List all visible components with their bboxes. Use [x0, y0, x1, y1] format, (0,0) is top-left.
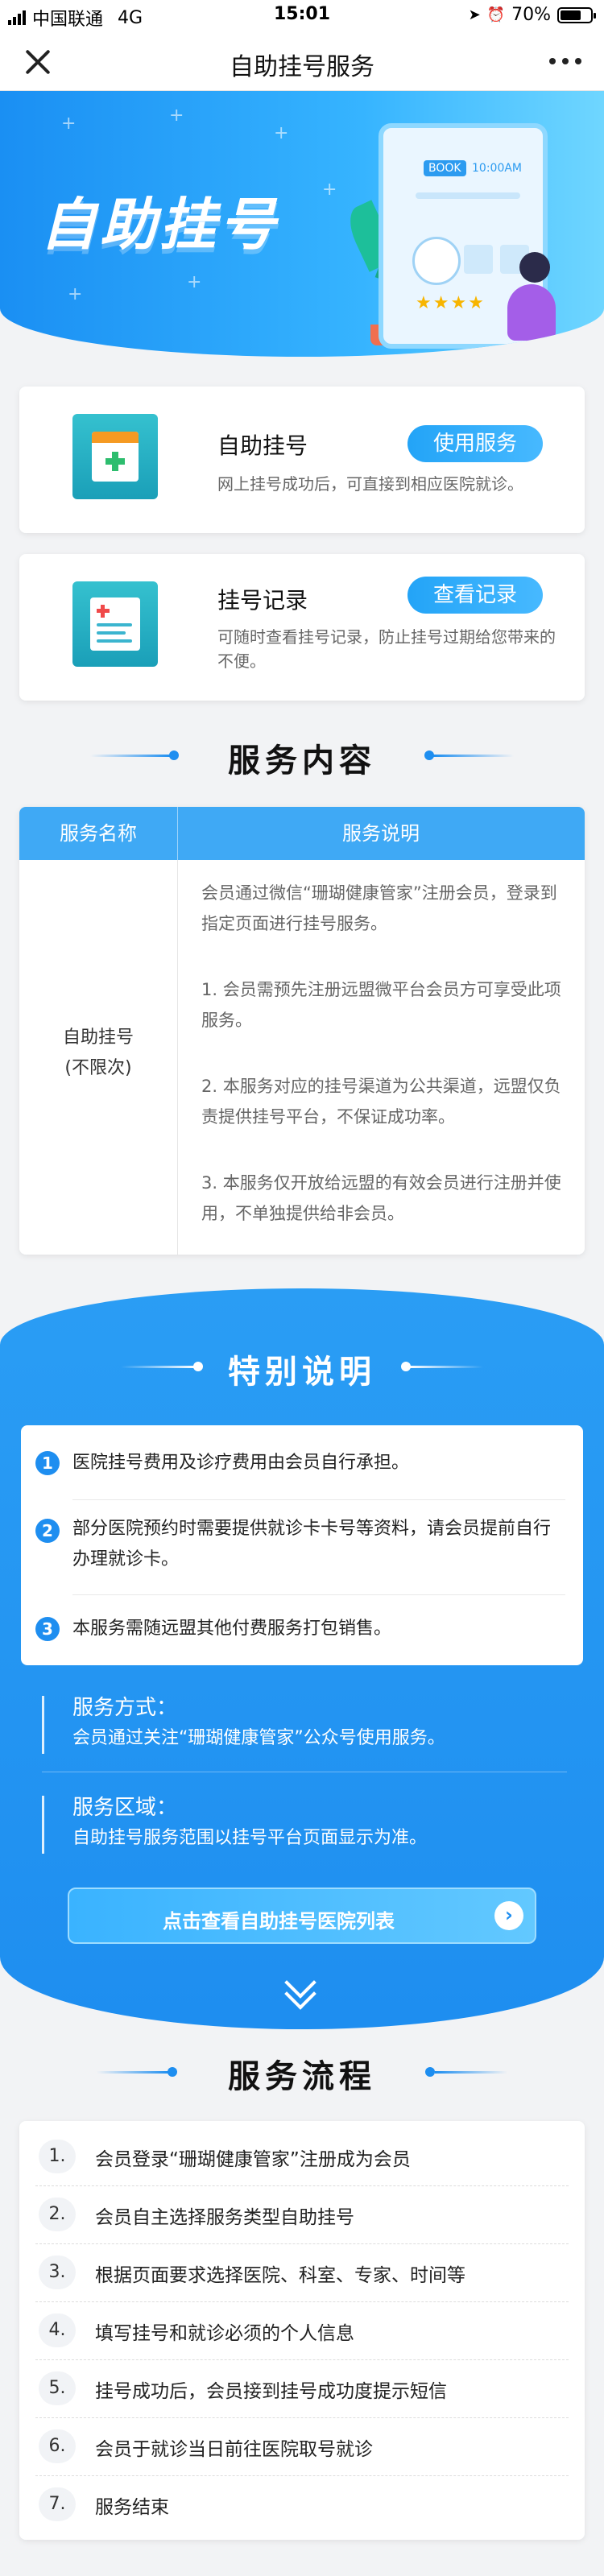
view-records-button[interactable]: 查看记录 — [407, 577, 543, 614]
person-illustration — [519, 252, 550, 283]
service-paragraph: 会员通过微信“珊瑚健康管家”注册会员，登录到指定页面进行挂号服务。 — [201, 883, 557, 933]
medical-record-icon — [72, 581, 158, 667]
more-icon[interactable] — [549, 58, 581, 64]
step-number: 3. — [39, 2256, 76, 2289]
process-step: 5. 挂号成功后，会员接到挂号成功度提示短信 — [19, 2359, 585, 2417]
title-divider — [409, 1366, 483, 1368]
title-divider — [435, 2071, 507, 2074]
service-method: 服务方式： 会员通过关注“珊瑚健康管家”公众号使用服务。 — [42, 1691, 573, 1759]
step-number: 1. — [39, 2140, 76, 2173]
special-title: 特别说明 — [228, 1354, 376, 1391]
step-text: 会员自主选择服务类型自助挂号 — [95, 2207, 354, 2228]
process-card: 1. 会员登录“珊瑚健康管家”注册成为会员 2. 会员自主选择服务类型自助挂号 … — [19, 2121, 585, 2540]
service-card-register: 自助挂号 网上挂号成功后，可直接到相应医院就诊。 使用服务 — [19, 387, 585, 533]
use-service-button[interactable]: 使用服务 — [407, 425, 543, 462]
step-number: 7. — [39, 2487, 76, 2521]
service-desc: 可随时查看挂号记录，防止挂号过期给您带来的不便。 — [217, 627, 556, 671]
step-text: 会员于就诊当日前往医院取号就诊 — [95, 2439, 373, 2460]
service-paragraph: 2. 本服务对应的挂号渠道为公共渠道，远盟仅负责提供挂号平台，不保证成功率。 — [201, 1077, 561, 1127]
column-header: 服务说明 — [342, 822, 420, 845]
time-label: 10:00AM — [472, 162, 523, 175]
process-step: 6. 会员于就诊当日前往医院取号就诊 — [19, 2417, 585, 2475]
service-desc: 网上挂号成功后，可直接到相应医院就诊。 — [217, 474, 523, 494]
process-step: 3. 根据页面要求选择医院、科室、专家、时间等 — [19, 2243, 585, 2301]
location-icon: ➤ — [468, 6, 481, 23]
hospital-list-button[interactable]: 点击查看自助挂号医院列表 › — [68, 1888, 536, 1944]
step-text: 填写挂号和就诊必须的个人信息 — [95, 2323, 354, 2344]
sparkle-icon: + — [274, 123, 289, 143]
process-step: 7. 服务结束 — [19, 2475, 585, 2533]
step-number: 5. — [39, 2371, 76, 2405]
info-text: 自助挂号服务范围以挂号平台页面显示为准。 — [72, 1828, 428, 1848]
service-card-records: 挂号记录 可随时查看挂号记录，防止挂号过期给您带来的不便。 查看记录 — [19, 554, 585, 701]
step-number: 6. — [39, 2429, 76, 2463]
calendar-plus-icon — [72, 414, 158, 499]
doctor-avatar-icon — [412, 237, 461, 285]
process-step: 1. 会员登录“珊瑚健康管家”注册成为会员 — [19, 2127, 585, 2185]
note-number: 1 — [35, 1451, 60, 1475]
step-text: 根据页面要求选择医院、科室、专家、时间等 — [95, 2265, 465, 2286]
note-text: 本服务需随远盟其他付费服务打包销售。 — [72, 1619, 392, 1639]
process-title: 服务流程 — [228, 2058, 376, 2095]
service-name-note: (不限次) — [64, 1058, 132, 1078]
service-paragraph: 1. 会员需预先注册远盟微平台会员方可享受此项服务。 — [201, 980, 561, 1030]
process-step: 4. 填写挂号和就诊必须的个人信息 — [19, 2301, 585, 2359]
note-text: 部分医院预约时需要提供就诊卡卡号等资料，请会员提前自行办理就诊卡。 — [72, 1519, 552, 1569]
note-number: 3 — [35, 1617, 60, 1641]
step-text: 挂号成功后，会员接到挂号成功度提示短信 — [95, 2381, 447, 2402]
column-header: 服务名称 — [60, 822, 137, 845]
person-illustration — [507, 284, 556, 341]
arrow-right-icon: › — [494, 1901, 523, 1930]
hero-banner: + + + + + + 自助挂号 BOOK 10:00AM ★★★★ — [0, 91, 604, 357]
info-title: 服务方式： — [72, 1696, 178, 1720]
chevron-down-icon[interactable] — [283, 1966, 321, 2010]
sparkle-icon: + — [187, 272, 202, 292]
book-label: BOOK — [424, 160, 466, 176]
note-text: 医院挂号费用及诊疗费用由会员自行承担。 — [72, 1453, 410, 1473]
special-notes-card: 1 医院挂号费用及诊疗费用由会员自行承担。 2 部分医院预约时需要提供就诊卡卡号… — [21, 1425, 583, 1665]
nav-bar: 自助挂号服务 — [0, 32, 604, 91]
table-header: 服务名称 服务说明 — [19, 807, 585, 860]
button-label: 点击查看自助挂号医院列表 — [163, 1910, 395, 1933]
rating-stars: ★★★★ — [416, 293, 486, 313]
service-title: 挂号记录 — [217, 587, 308, 614]
service-title: 自助挂号 — [217, 432, 308, 459]
sparkle-icon: + — [68, 284, 83, 304]
step-text: 会员登录“珊瑚健康管家”注册成为会员 — [95, 2149, 411, 2170]
status-bar: 中国联通 4G 15:01 ➤ ⏰ 70% — [0, 0, 604, 32]
title-divider — [433, 755, 514, 757]
battery-icon — [557, 6, 596, 23]
service-content-title: 服务内容 — [228, 742, 376, 779]
sparkle-icon: + — [322, 180, 337, 200]
service-area: 服务区域： 自助挂号服务范围以挂号平台页面显示为准。 — [42, 1791, 573, 1859]
page-title: 自助挂号服务 — [230, 53, 374, 81]
process-step: 2. 会员自主选择服务类型自助挂号 — [19, 2185, 585, 2243]
info-text: 会员通过关注“珊瑚健康管家”公众号使用服务。 — [72, 1728, 445, 1748]
service-name: 自助挂号 — [62, 1028, 134, 1048]
sparkle-icon: + — [61, 114, 77, 134]
step-number: 4. — [39, 2313, 76, 2347]
service-content-table: 服务名称 服务说明 自助挂号 (不限次) 会员通过微信“珊瑚健康管家”注册会员，… — [19, 807, 585, 1255]
alarm-icon: ⏰ — [486, 6, 506, 23]
step-text: 服务结束 — [95, 2497, 169, 2518]
sparkle-icon: + — [169, 105, 184, 126]
battery-percent: 70% — [511, 5, 551, 25]
service-paragraph: 3. 本服务仅开放给远盟的有效会员进行注册并使用，不单独提供给非会员。 — [201, 1173, 561, 1223]
note-number: 2 — [35, 1519, 60, 1543]
step-number: 2. — [39, 2198, 76, 2231]
info-title: 服务区域： — [72, 1796, 178, 1820]
title-dot — [425, 2067, 435, 2077]
hero-title: 自助挂号 — [40, 192, 279, 258]
